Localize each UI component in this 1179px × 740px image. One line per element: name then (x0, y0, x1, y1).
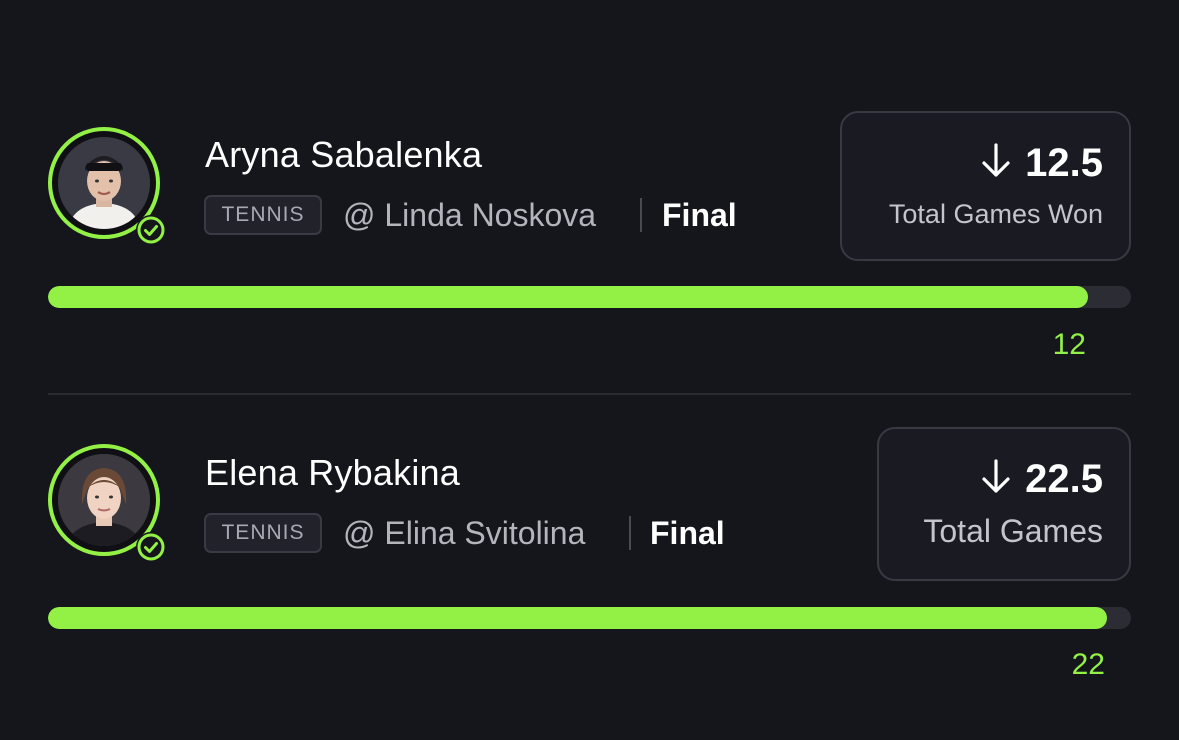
progress-fill (48, 286, 1088, 308)
separator (629, 516, 631, 550)
stat-line: 12.5 (979, 141, 1103, 186)
player-avatar (48, 444, 166, 562)
player-name: Aryna Sabalenka (205, 134, 483, 175)
game-status: Final (662, 197, 737, 233)
stat-line-box[interactable]: 12.5 Total Games Won (840, 111, 1131, 261)
divider (48, 393, 1131, 395)
progress-track (48, 286, 1131, 308)
stat-label: Total Games (923, 513, 1103, 549)
stat-line-box[interactable]: 22.5 Total Games (877, 427, 1131, 581)
opponent-label: @ Elina Svitolina (343, 515, 586, 551)
sport-tag: TENNIS (204, 195, 322, 235)
check-circle-icon (136, 532, 166, 562)
progress-fill (48, 607, 1108, 629)
progress-track (48, 607, 1131, 629)
picks-screen: Aryna Sabalenka TENNIS @ Linda Noskova F… (0, 0, 1179, 740)
player-avatar (48, 127, 166, 245)
line-value: 22.5 (1025, 457, 1103, 501)
sport-tag: TENNIS (204, 513, 322, 553)
opponent-label: @ Linda Noskova (343, 197, 597, 233)
stat-label: Total Games Won (888, 199, 1103, 229)
separator (640, 198, 642, 232)
game-status: Final (650, 515, 725, 551)
stat-line: 22.5 (979, 457, 1103, 502)
check-circle-icon (136, 215, 166, 245)
line-value: 12.5 (1025, 141, 1103, 185)
arrow-down-icon (979, 457, 1013, 502)
player-name: Elena Rybakina (205, 452, 460, 493)
current-value: 12 (1052, 328, 1086, 361)
arrow-down-icon (979, 141, 1013, 186)
current-value: 22 (1071, 648, 1105, 681)
